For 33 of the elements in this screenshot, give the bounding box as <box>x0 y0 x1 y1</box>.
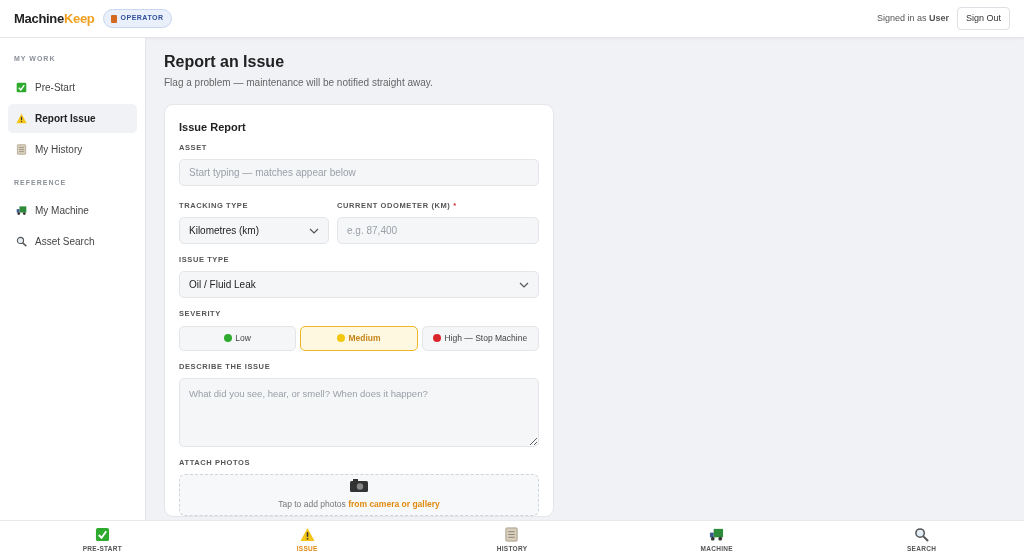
form-title: Issue Report <box>179 120 247 136</box>
truck-icon <box>16 205 27 216</box>
photo-dropzone[interactable]: Tap to add photos from camera or gallery <box>179 474 539 517</box>
issue-type-select[interactable]: Oil / Fluid Leak <box>179 271 539 299</box>
severity-option[interactable]: High — Stop Machine <box>421 325 539 351</box>
search-icon <box>16 236 27 247</box>
signed-in-text: Signed in as User <box>876 11 949 25</box>
tracking-type-select[interactable]: Kilometres (km) <box>179 217 329 245</box>
chevron-icon <box>519 281 529 288</box>
checkbox-icon <box>16 81 27 93</box>
page-title: Report an Issue <box>164 52 286 72</box>
description-field[interactable]: What did you see, hear, or smell? When does it happen? <box>179 377 539 447</box>
truck-icon <box>709 526 725 542</box>
ledger-icon <box>16 143 27 155</box>
brand-logo: MachineKeep <box>14 9 95 28</box>
odometer-field[interactable]: e.g. 87,400 <box>337 217 539 245</box>
search-icon <box>914 526 930 542</box>
asset-field[interactable]: Start typing — matches appear below <box>179 158 539 186</box>
checkbox-icon <box>94 526 110 542</box>
warning-icon <box>299 526 315 542</box>
sidebar-item[interactable]: My Machine <box>8 196 137 225</box>
warning-icon <box>16 112 27 124</box>
sidebar-item[interactable]: Asset Search <box>8 227 137 256</box>
page-subtitle: Flag a problem — maintenance will be notified straight away. <box>164 76 434 91</box>
ledger-icon <box>504 526 520 542</box>
camera-icon <box>350 479 368 493</box>
sidebar-item[interactable]: My History <box>8 134 137 164</box>
sidebar-item[interactable]: Pre-Start <box>8 72 137 102</box>
sign-out-button[interactable]: Sign Out <box>956 6 1010 31</box>
severity-option[interactable]: Low <box>179 325 297 351</box>
chevron-icon <box>309 227 319 234</box>
sidebar-item[interactable]: Report Issue <box>8 103 137 133</box>
photo-hint: Tap to add photos from camera or gallery <box>278 498 440 512</box>
